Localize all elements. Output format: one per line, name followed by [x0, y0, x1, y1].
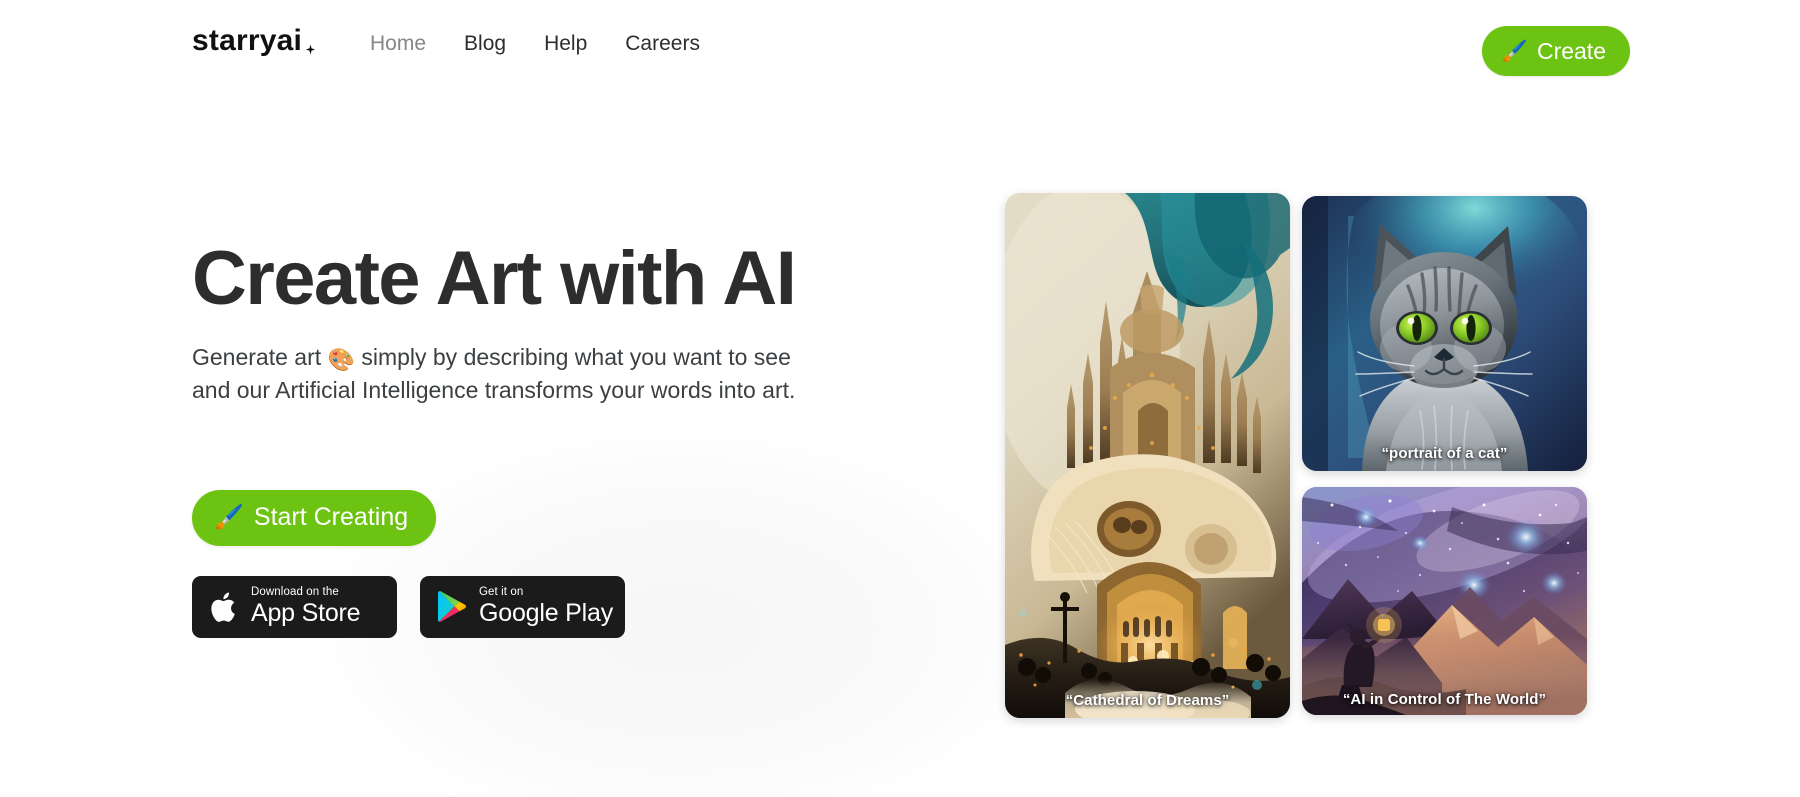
google-play-badge-text: Get it on Google Play	[479, 586, 613, 627]
google-play-icon	[437, 590, 467, 623]
gallery-card-cathedral[interactable]: “Cathedral of Dreams”	[1005, 193, 1290, 718]
main-navigation: Home Blog Help Careers	[370, 30, 700, 58]
apple-logo-icon	[209, 589, 239, 625]
hero-section: Create Art with AI Generate art 🎨 simply…	[192, 240, 872, 638]
app-store-big-label: App Store	[251, 599, 361, 628]
cathedral-artwork	[1005, 193, 1290, 718]
gallery-card-cat[interactable]: “portrait of a cat”	[1302, 196, 1587, 471]
paintbrush-icon: 🖌️	[214, 503, 244, 531]
google-play-badge[interactable]: Get it on Google Play	[420, 575, 625, 638]
brand-name: starryai	[192, 24, 303, 57]
app-store-badge[interactable]: Download on the App Store	[192, 575, 397, 638]
hero-subtitle: Generate art 🎨 simply by describing what…	[192, 342, 817, 405]
cat-artwork	[1302, 196, 1587, 471]
create-button-label: Create	[1536, 37, 1606, 64]
gallery-card-space[interactable]: “AI in Control of The World”	[1302, 487, 1587, 715]
nav-item-careers[interactable]: Careers	[625, 30, 700, 58]
hero-subtitle-part1: Generate art	[192, 343, 322, 370]
nav-item-help[interactable]: Help	[544, 30, 587, 58]
create-button[interactable]: 🖌️ Create	[1481, 26, 1630, 76]
paintbrush-icon: 🖌️	[1501, 39, 1528, 63]
store-badges: Download on the App Store Get it on Goog…	[192, 575, 872, 638]
palette-icon: 🎨	[327, 346, 355, 372]
app-store-badge-text: Download on the App Store	[251, 586, 361, 628]
start-creating-button[interactable]: 🖌️ Start Creating	[192, 489, 437, 546]
showcase-gallery: “Cathedral of Dreams” “portrait of a cat…	[1005, 193, 1587, 718]
brand-logo[interactable]: starryai	[192, 26, 316, 56]
app-store-small-label: Download on the	[251, 586, 339, 599]
nav-item-blog[interactable]: Blog	[464, 30, 506, 58]
space-artwork	[1302, 487, 1587, 715]
nav-item-home[interactable]: Home	[370, 30, 426, 58]
google-play-small-label: Get it on	[479, 586, 524, 599]
start-creating-label: Start Creating	[253, 503, 409, 532]
page-title: Create Art with AI	[192, 236, 797, 321]
site-header: starryai Home Blog Help Careers 🖌️ Creat…	[0, 0, 1800, 100]
google-play-big-label: Google Play	[479, 599, 613, 628]
sparkle-icon	[305, 44, 316, 55]
